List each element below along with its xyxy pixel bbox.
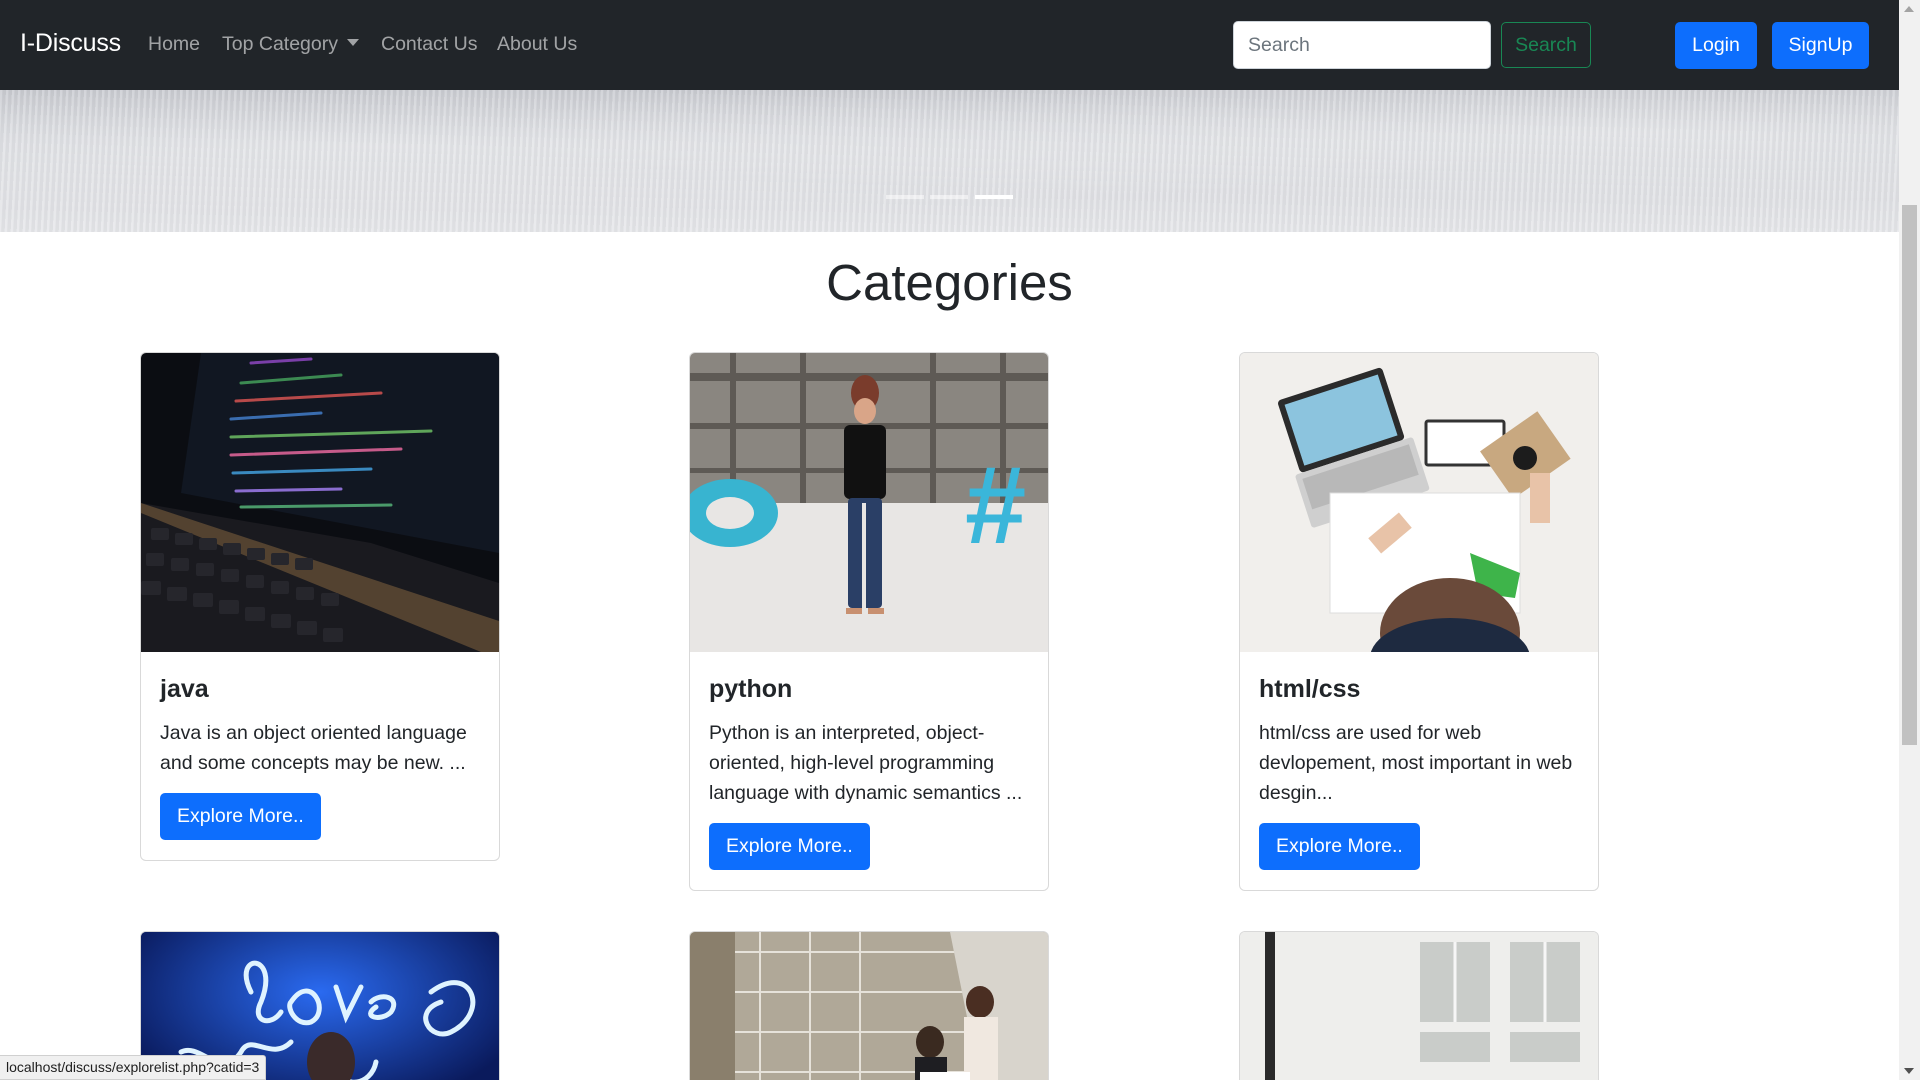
explore-more-button-java[interactable]: Explore More.. (160, 793, 321, 840)
card-title: python (709, 675, 793, 703)
nav-about-us[interactable]: About Us (497, 33, 577, 56)
nav-top-category-label: Top Category (222, 33, 338, 55)
card-description: Python is an interpreted, object-oriente… (709, 722, 1023, 804)
hero-carousel (0, 90, 1899, 232)
scroll-up-arrow-icon[interactable] (1904, 6, 1914, 12)
scrollbar-thumb[interactable] (1902, 205, 1917, 745)
explore-more-button-html-css[interactable]: Explore More.. (1259, 823, 1420, 870)
category-card-5 (689, 931, 1049, 1080)
card-title: html/css (1259, 675, 1361, 703)
brand-logo[interactable]: I-Discuss (20, 29, 121, 58)
category-card-html-css: html/css html/css are used for web devlo… (1239, 352, 1599, 891)
categories-heading: Categories (826, 254, 1073, 311)
card-description: Java is an object oriented language and … (160, 722, 467, 774)
html-css-card-image (1240, 353, 1598, 652)
navbar: I-Discuss Home Top Category Contact Us A… (0, 0, 1899, 90)
monitors-card-image (1240, 932, 1598, 1080)
svg-text:#: # (965, 444, 1026, 567)
category-card-python: # python Python is an interpreted, objec… (689, 352, 1049, 891)
explore-more-button-python[interactable]: Explore More.. (709, 823, 870, 870)
python-card-image: # (690, 353, 1048, 652)
category-card-6 (1239, 931, 1599, 1080)
browser-status-url: localhost/discuss/explorelist.php?catid=… (0, 1055, 267, 1080)
java-card-image (141, 353, 499, 652)
caret-down-icon (346, 39, 359, 46)
signup-button[interactable]: SignUp (1772, 22, 1869, 69)
search-button[interactable]: Search (1501, 22, 1591, 68)
carousel-indicator-2[interactable] (930, 195, 968, 199)
scroll-down-arrow-icon[interactable] (1904, 1068, 1914, 1074)
office-card-image (690, 932, 1048, 1080)
nav-contact-us[interactable]: Contact Us (381, 33, 477, 56)
card-description: html/css are used for web devlopement, m… (1259, 722, 1573, 804)
login-button[interactable]: Login (1675, 22, 1757, 69)
vertical-scrollbar[interactable] (1899, 0, 1920, 1080)
card-title: java (160, 675, 209, 703)
carousel-indicator-3-active[interactable] (975, 195, 1013, 199)
carousel-indicator-1[interactable] (886, 195, 924, 199)
category-card-java: java Java is an object oriented language… (140, 352, 500, 861)
search-input[interactable] (1233, 21, 1491, 69)
nav-top-category-dropdown[interactable]: Top Category (222, 33, 359, 56)
nav-home[interactable]: Home (148, 33, 200, 56)
